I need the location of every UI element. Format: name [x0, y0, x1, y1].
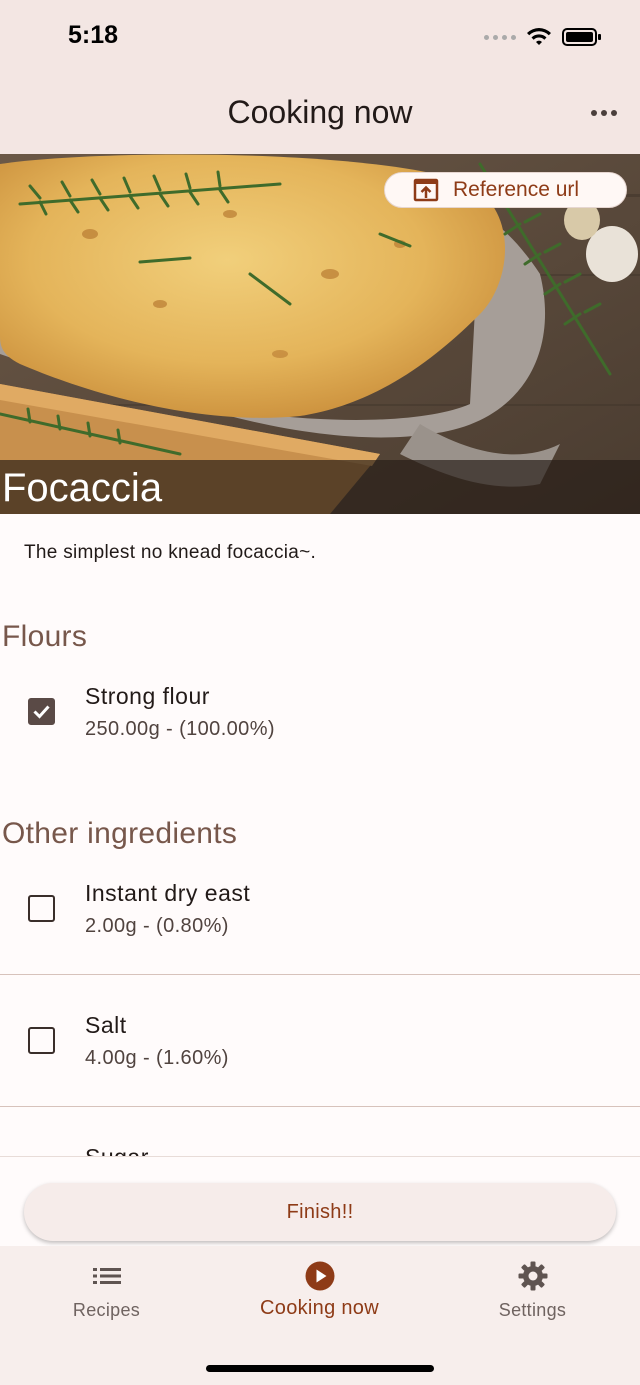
ingredient-item[interactable]: Strong flour 250.00g - (100.00%)	[0, 680, 640, 812]
checkmark-icon	[33, 705, 50, 719]
ingredient-item[interactable]: Instant dry east 2.00g - (0.80%)	[0, 877, 640, 1009]
recipe-content[interactable]: The simplest no knead focaccia~. Flours …	[0, 514, 640, 1156]
ingredient-checkbox[interactable]	[28, 895, 55, 922]
more-dot-icon	[611, 110, 617, 116]
divider	[0, 974, 640, 975]
divider	[0, 1106, 640, 1107]
gear-icon	[518, 1261, 547, 1291]
more-options-button[interactable]	[586, 98, 622, 128]
section-title-flours: Flours	[2, 620, 88, 653]
home-indicator[interactable]	[206, 1365, 434, 1372]
open-external-icon	[413, 178, 439, 202]
recipe-description: The simplest no knead focaccia~.	[24, 542, 317, 563]
status-bar: 5:18	[0, 0, 640, 76]
ingredient-amount: 2.00g - (0.80%)	[85, 915, 229, 937]
more-dot-icon	[591, 110, 597, 116]
nav-item-cooking-now[interactable]: Cooking now	[213, 1246, 426, 1346]
status-time: 5:18	[68, 21, 119, 49]
reference-url-label: Reference url	[453, 178, 580, 201]
ingredient-item[interactable]: Sugar	[0, 1141, 640, 1156]
ingredient-checkbox[interactable]	[28, 1027, 55, 1054]
ingredient-item[interactable]: Salt 4.00g - (1.60%)	[0, 1009, 640, 1141]
status-icons	[484, 24, 602, 50]
ingredient-name: Instant dry east	[85, 880, 251, 906]
page-title: Cooking now	[227, 94, 413, 130]
cellular-signal-icon	[484, 34, 516, 40]
app-bar: Cooking now	[0, 76, 640, 154]
nav-label-cooking-now: Cooking now	[260, 1297, 379, 1319]
recipe-hero: Reference url Focaccia	[0, 154, 640, 514]
ingredient-checkbox[interactable]	[28, 698, 55, 725]
reference-url-button[interactable]: Reference url	[384, 172, 627, 208]
nav-label-settings: Settings	[498, 1300, 567, 1320]
ingredient-amount: 4.00g - (1.60%)	[85, 1047, 229, 1069]
ingredient-name: Sugar	[85, 1144, 149, 1156]
finish-bar: Finish!!	[0, 1156, 640, 1246]
nav-label-recipes: Recipes	[72, 1300, 141, 1320]
ingredient-name: Salt	[85, 1012, 127, 1038]
play-circle-icon	[305, 1261, 334, 1291]
nav-item-settings[interactable]: Settings	[426, 1246, 639, 1346]
finish-button[interactable]: Finish!!	[24, 1183, 616, 1241]
recipe-title: Focaccia	[2, 466, 163, 510]
ingredient-name: Strong flour	[85, 683, 210, 709]
more-dot-icon	[601, 110, 607, 116]
hero-caption: Focaccia	[0, 460, 640, 514]
battery-icon	[562, 27, 602, 47]
ingredient-amount: 250.00g - (100.00%)	[85, 718, 275, 740]
wifi-icon	[526, 27, 552, 47]
section-title-other-ingredients: Other ingredients	[2, 817, 238, 850]
list-icon	[92, 1268, 121, 1284]
nav-item-recipes[interactable]: Recipes	[0, 1246, 213, 1346]
